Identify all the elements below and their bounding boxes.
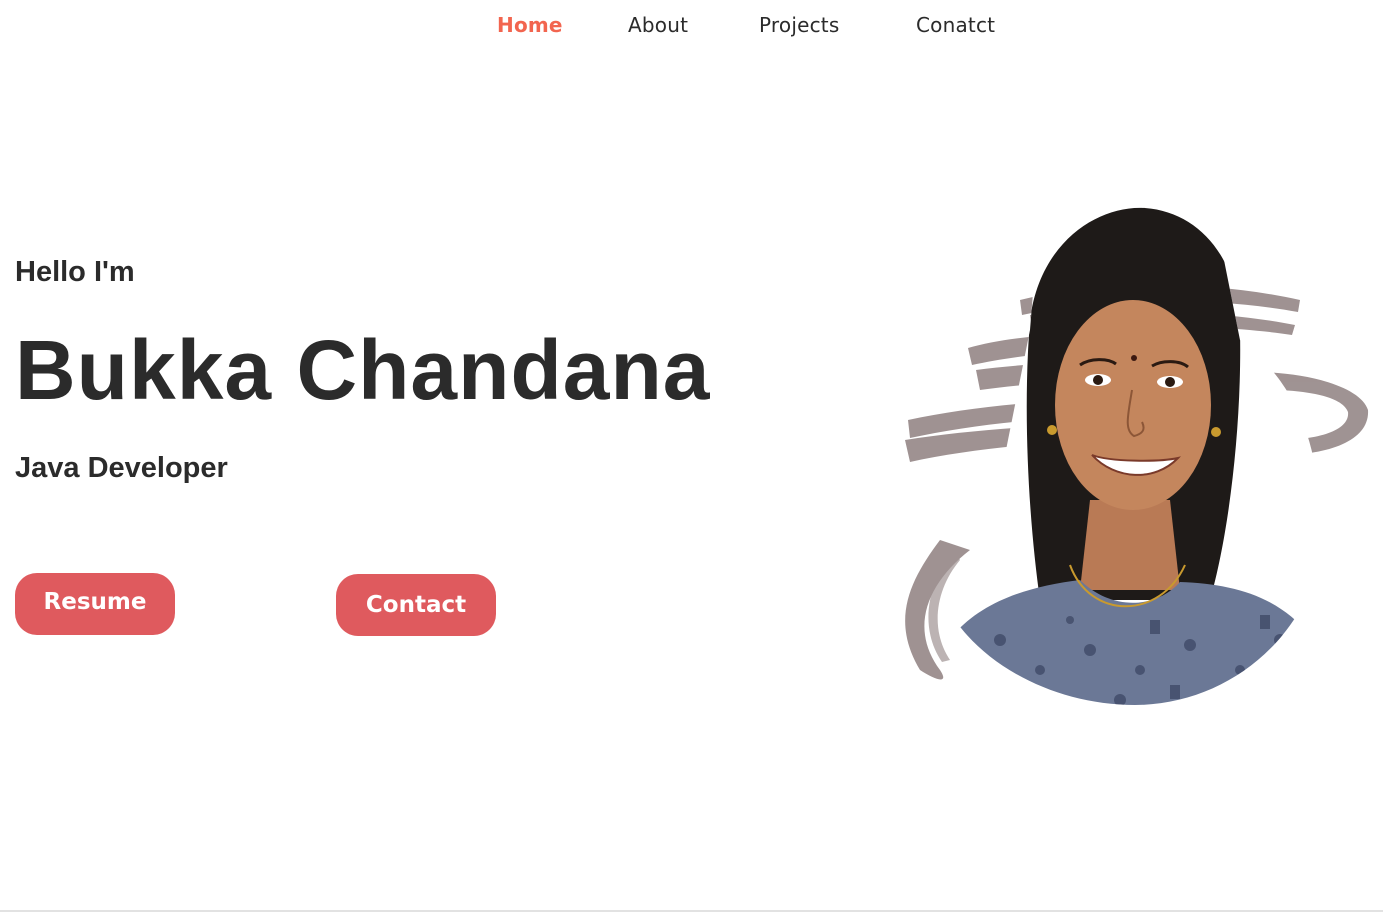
nav-projects-link[interactable]: Projects: [759, 13, 839, 37]
bottom-divider: [0, 910, 1383, 912]
portfolio-page: Home About Projects Conatct Hello I'm Bu…: [0, 0, 1383, 914]
nav-contact-link[interactable]: Conatct: [916, 13, 995, 37]
resume-button[interactable]: Resume: [15, 573, 175, 635]
hero-name: Bukka Chandana: [15, 323, 711, 417]
greeting-text: Hello I'm: [15, 256, 135, 288]
job-title: Java Developer: [15, 452, 228, 484]
top-navigation: Home About Projects Conatct: [0, 0, 1383, 56]
profile-photo: [905, 201, 1369, 705]
nav-about-link[interactable]: About: [628, 13, 688, 37]
nav-home-link[interactable]: Home: [497, 13, 563, 37]
contact-button[interactable]: Contact: [336, 574, 496, 636]
